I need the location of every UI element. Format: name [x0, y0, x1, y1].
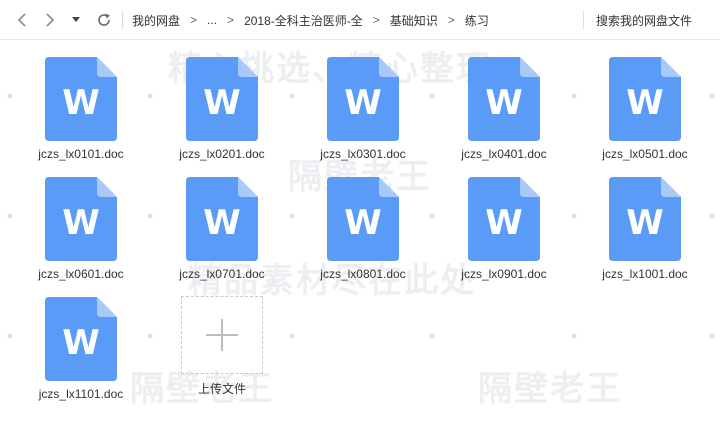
file-name: jczs_lx0701.doc: [179, 267, 265, 281]
breadcrumb-item-basics-folder[interactable]: 基础知识: [390, 12, 438, 29]
forward-arrow-icon[interactable]: [40, 10, 60, 30]
word-doc-icon: W: [186, 57, 258, 141]
back-arrow-icon[interactable]: [12, 10, 32, 30]
word-letter-glyph: W: [626, 203, 664, 243]
file-name: jczs_lx1101.doc: [38, 387, 124, 401]
file-item[interactable]: Wjczs_lx0701.doc: [167, 161, 277, 281]
word-doc-icon: W: [45, 57, 117, 141]
word-letter-glyph: W: [626, 83, 664, 123]
file-name: jczs_lx0401.doc: [461, 147, 547, 161]
word-doc-icon: W: [468, 57, 540, 141]
upload-dropzone[interactable]: [181, 296, 263, 374]
file-name: jczs_lx0901.doc: [461, 267, 547, 281]
word-letter-glyph: W: [203, 203, 241, 243]
word-letter-glyph: W: [203, 83, 241, 123]
word-doc-icon: W: [468, 177, 540, 261]
upload-label: 上传文件: [197, 382, 246, 396]
file-name: jczs_lx0501.doc: [602, 147, 688, 161]
word-letter-glyph: W: [62, 83, 100, 123]
word-doc-icon: W: [45, 297, 117, 381]
file-item[interactable]: Wjczs_lx0101.doc: [26, 41, 136, 161]
word-letter-glyph: W: [485, 203, 523, 243]
file-grid: Wjczs_lx0101.doc Wjczs_lx0201.doc Wjczs_lx…: [0, 41, 720, 421]
breadcrumb-separator: >: [227, 13, 235, 27]
search-input[interactable]: 搜索我的网盘文件: [596, 0, 692, 40]
plus-icon: [206, 319, 238, 351]
word-doc-icon: W: [609, 177, 681, 261]
breadcrumb-item-my-drive[interactable]: 我的网盘: [132, 12, 180, 29]
breadcrumb: 我的网盘 > ... > 2018-全科主治医师-全 > 基础知识 > 练习: [132, 0, 489, 40]
word-doc-icon: W: [327, 57, 399, 141]
file-item[interactable]: Wjczs_lx0201.doc: [167, 41, 277, 161]
upload-file-button[interactable]: 上传文件: [167, 281, 277, 397]
history-dropdown-icon[interactable]: [66, 10, 86, 30]
breadcrumb-item-ellipsis[interactable]: ...: [207, 13, 217, 27]
file-item[interactable]: Wjczs_lx1101.doc: [26, 281, 136, 401]
breadcrumb-item-current-folder[interactable]: 练习: [465, 12, 489, 29]
word-letter-glyph: W: [62, 203, 100, 243]
word-doc-icon: W: [45, 177, 117, 261]
file-name: jczs_lx0801.doc: [320, 267, 406, 281]
refresh-icon[interactable]: [94, 10, 114, 30]
divider: [122, 11, 123, 29]
file-name: jczs_lx1001.doc: [602, 267, 688, 281]
word-doc-icon: W: [327, 177, 399, 261]
file-name: jczs_lx0201.doc: [179, 147, 265, 161]
breadcrumb-separator: >: [190, 13, 198, 27]
file-item[interactable]: Wjczs_lx0401.doc: [449, 41, 559, 161]
file-name: jczs_lx0601.doc: [38, 267, 124, 281]
word-letter-glyph: W: [344, 83, 382, 123]
toolbar: 我的网盘 > ... > 2018-全科主治医师-全 > 基础知识 > 练习 搜…: [0, 0, 720, 40]
file-item[interactable]: Wjczs_lx0901.doc: [449, 161, 559, 281]
word-doc-icon: W: [186, 177, 258, 261]
word-letter-glyph: W: [344, 203, 382, 243]
file-name: jczs_lx0301.doc: [320, 147, 406, 161]
word-letter-glyph: W: [62, 323, 100, 363]
file-name: jczs_lx0101.doc: [38, 147, 124, 161]
file-area: 精心挑选、精心整理 隔壁老王 精品素材尽在此处 隔壁老王 隔壁老王 Wjczs_…: [0, 41, 720, 421]
file-item[interactable]: Wjczs_lx0501.doc: [590, 41, 700, 161]
divider: [583, 11, 584, 29]
file-item[interactable]: Wjczs_lx1001.doc: [590, 161, 700, 281]
file-item[interactable]: Wjczs_lx0301.doc: [308, 41, 418, 161]
word-doc-icon: W: [609, 57, 681, 141]
breadcrumb-separator: >: [372, 13, 380, 27]
word-letter-glyph: W: [485, 83, 523, 123]
breadcrumb-item-course-folder[interactable]: 2018-全科主治医师-全: [244, 12, 363, 29]
file-item[interactable]: Wjczs_lx0801.doc: [308, 161, 418, 281]
breadcrumb-separator: >: [447, 13, 455, 27]
file-item[interactable]: Wjczs_lx0601.doc: [26, 161, 136, 281]
